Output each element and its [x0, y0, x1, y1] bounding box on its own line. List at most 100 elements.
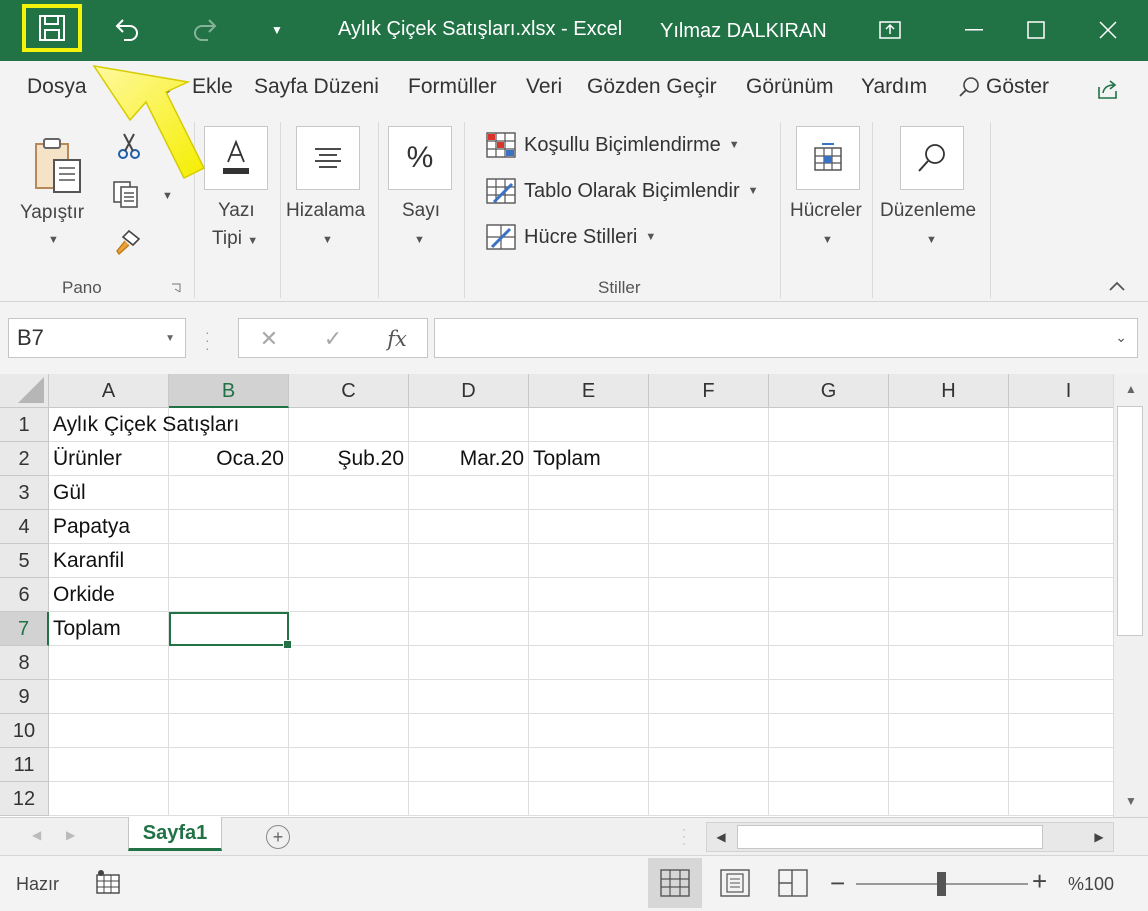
cell-e8[interactable]	[529, 646, 649, 680]
cell-c10[interactable]	[289, 714, 409, 748]
cell-a3[interactable]: Gül	[49, 476, 169, 510]
row-header-5[interactable]: 5	[0, 544, 49, 578]
cell-styles-button[interactable]: Hücre Stilleri ▼	[486, 220, 656, 254]
cell-c12[interactable]	[289, 782, 409, 816]
editing-dropdown-caret[interactable]: ▼	[926, 234, 937, 246]
cell-b2[interactable]: Oca.20	[169, 442, 289, 476]
cell-c2[interactable]: Şub.20	[289, 442, 409, 476]
cell-g9[interactable]	[769, 680, 889, 714]
cell-f11[interactable]	[649, 748, 769, 782]
cell-f1[interactable]	[649, 408, 769, 442]
cell-d12[interactable]	[409, 782, 529, 816]
accessibility-check-button[interactable]	[94, 868, 122, 896]
vertical-scrollbar[interactable]: ▲ ▼	[1113, 374, 1148, 817]
scroll-right-button[interactable]: ▶	[1087, 826, 1111, 848]
cell-f9[interactable]	[649, 680, 769, 714]
cell-a1[interactable]: Aylık Çiçek Satışları	[49, 408, 239, 442]
ribbon-display-options-button[interactable]	[866, 10, 914, 50]
cell-f10[interactable]	[649, 714, 769, 748]
cell-e11[interactable]	[529, 748, 649, 782]
row-header-8[interactable]: 8	[0, 646, 49, 680]
redo-button[interactable]	[182, 8, 228, 52]
add-sheet-button[interactable]: +	[266, 825, 290, 849]
column-header-e[interactable]: E	[529, 374, 649, 408]
cell-i4[interactable]	[1009, 510, 1113, 544]
formula-bar-resize-handle[interactable]: · · ·	[205, 325, 210, 355]
format-as-table-button[interactable]: Tablo Olarak Biçimlendir ▼	[486, 174, 759, 208]
cell-c4[interactable]	[289, 510, 409, 544]
insert-function-button[interactable]: fx	[377, 325, 417, 353]
paste-button[interactable]	[28, 130, 88, 202]
number-format-button[interactable]: %	[388, 126, 452, 190]
alignment-dropdown-caret[interactable]: ▼	[322, 234, 333, 246]
cell-h12[interactable]	[889, 782, 1009, 816]
column-header-i[interactable]: I	[1009, 374, 1113, 408]
cells-dropdown-caret[interactable]: ▼	[822, 234, 833, 246]
cell-a5[interactable]: Karanfil	[49, 544, 169, 578]
cell-c11[interactable]	[289, 748, 409, 782]
page-layout-view-button[interactable]	[708, 858, 762, 908]
tab-sayfa-duzeni[interactable]: Sayfa Düzeni	[254, 75, 379, 99]
next-sheet-icon[interactable]: ▶	[66, 828, 75, 842]
zoom-level[interactable]: %100	[1068, 874, 1114, 895]
cell-i12[interactable]	[1009, 782, 1113, 816]
cell-g4[interactable]	[769, 510, 889, 544]
collapse-ribbon-button[interactable]	[1104, 276, 1130, 296]
customize-qat-button[interactable]: ▼	[262, 12, 292, 48]
close-button[interactable]	[1084, 10, 1132, 50]
cell-c8[interactable]	[289, 646, 409, 680]
cell-b4[interactable]	[169, 510, 289, 544]
cell-a10[interactable]	[49, 714, 169, 748]
cell-b5[interactable]	[169, 544, 289, 578]
share-button[interactable]	[1092, 73, 1124, 105]
row-header-3[interactable]: 3	[0, 476, 49, 510]
column-header-c[interactable]: C	[289, 374, 409, 408]
cell-a12[interactable]	[49, 782, 169, 816]
cell-i3[interactable]	[1009, 476, 1113, 510]
cell-e9[interactable]	[529, 680, 649, 714]
format-painter-button[interactable]	[112, 226, 144, 258]
cell-f7[interactable]	[649, 612, 769, 646]
cell-e3[interactable]	[529, 476, 649, 510]
formula-input[interactable]: ⌄	[434, 318, 1138, 358]
cell-f2[interactable]	[649, 442, 769, 476]
tab-giris[interactable]: Giriş	[128, 75, 172, 103]
row-header-7[interactable]: 7	[0, 612, 49, 646]
cell-b6[interactable]	[169, 578, 289, 612]
cell-g10[interactable]	[769, 714, 889, 748]
cell-g8[interactable]	[769, 646, 889, 680]
cell-a7[interactable]: Toplam	[49, 612, 169, 646]
cell-h11[interactable]	[889, 748, 1009, 782]
tell-me-search[interactable]: Göster	[958, 75, 1049, 99]
cell-e7[interactable]	[529, 612, 649, 646]
font-button[interactable]	[204, 126, 268, 190]
cell-i10[interactable]	[1009, 714, 1113, 748]
horizontal-scroll-thumb[interactable]	[737, 825, 1043, 849]
cell-e2[interactable]: Toplam	[529, 442, 649, 476]
conditional-formatting-button[interactable]: Koşullu Biçimlendirme ▼	[486, 128, 740, 162]
cell-f8[interactable]	[649, 646, 769, 680]
cell-f4[interactable]	[649, 510, 769, 544]
cell-d3[interactable]	[409, 476, 529, 510]
cell-d11[interactable]	[409, 748, 529, 782]
vertical-scroll-thumb[interactable]	[1117, 406, 1143, 636]
cell-c9[interactable]	[289, 680, 409, 714]
confirm-entry-button[interactable]: ✓	[313, 325, 353, 353]
tab-split-handle[interactable]: · · ·	[682, 823, 686, 849]
page-break-view-button[interactable]	[766, 858, 820, 908]
cut-button[interactable]	[114, 130, 144, 162]
cell-g6[interactable]	[769, 578, 889, 612]
scroll-left-button[interactable]: ◀	[709, 826, 733, 848]
row-header-10[interactable]: 10	[0, 714, 49, 748]
cell-e6[interactable]	[529, 578, 649, 612]
number-dropdown-caret[interactable]: ▼	[414, 234, 425, 246]
prev-sheet-icon[interactable]: ◀	[32, 828, 41, 842]
cell-g3[interactable]	[769, 476, 889, 510]
cell-i6[interactable]	[1009, 578, 1113, 612]
expand-formula-bar-icon[interactable]: ⌄	[1115, 329, 1127, 346]
column-header-d[interactable]: D	[409, 374, 529, 408]
sheet-tab-sayfa1[interactable]: Sayfa1	[128, 817, 222, 851]
row-header-11[interactable]: 11	[0, 748, 49, 782]
tab-dosya[interactable]: Dosya	[27, 75, 87, 99]
cell-a8[interactable]	[49, 646, 169, 680]
